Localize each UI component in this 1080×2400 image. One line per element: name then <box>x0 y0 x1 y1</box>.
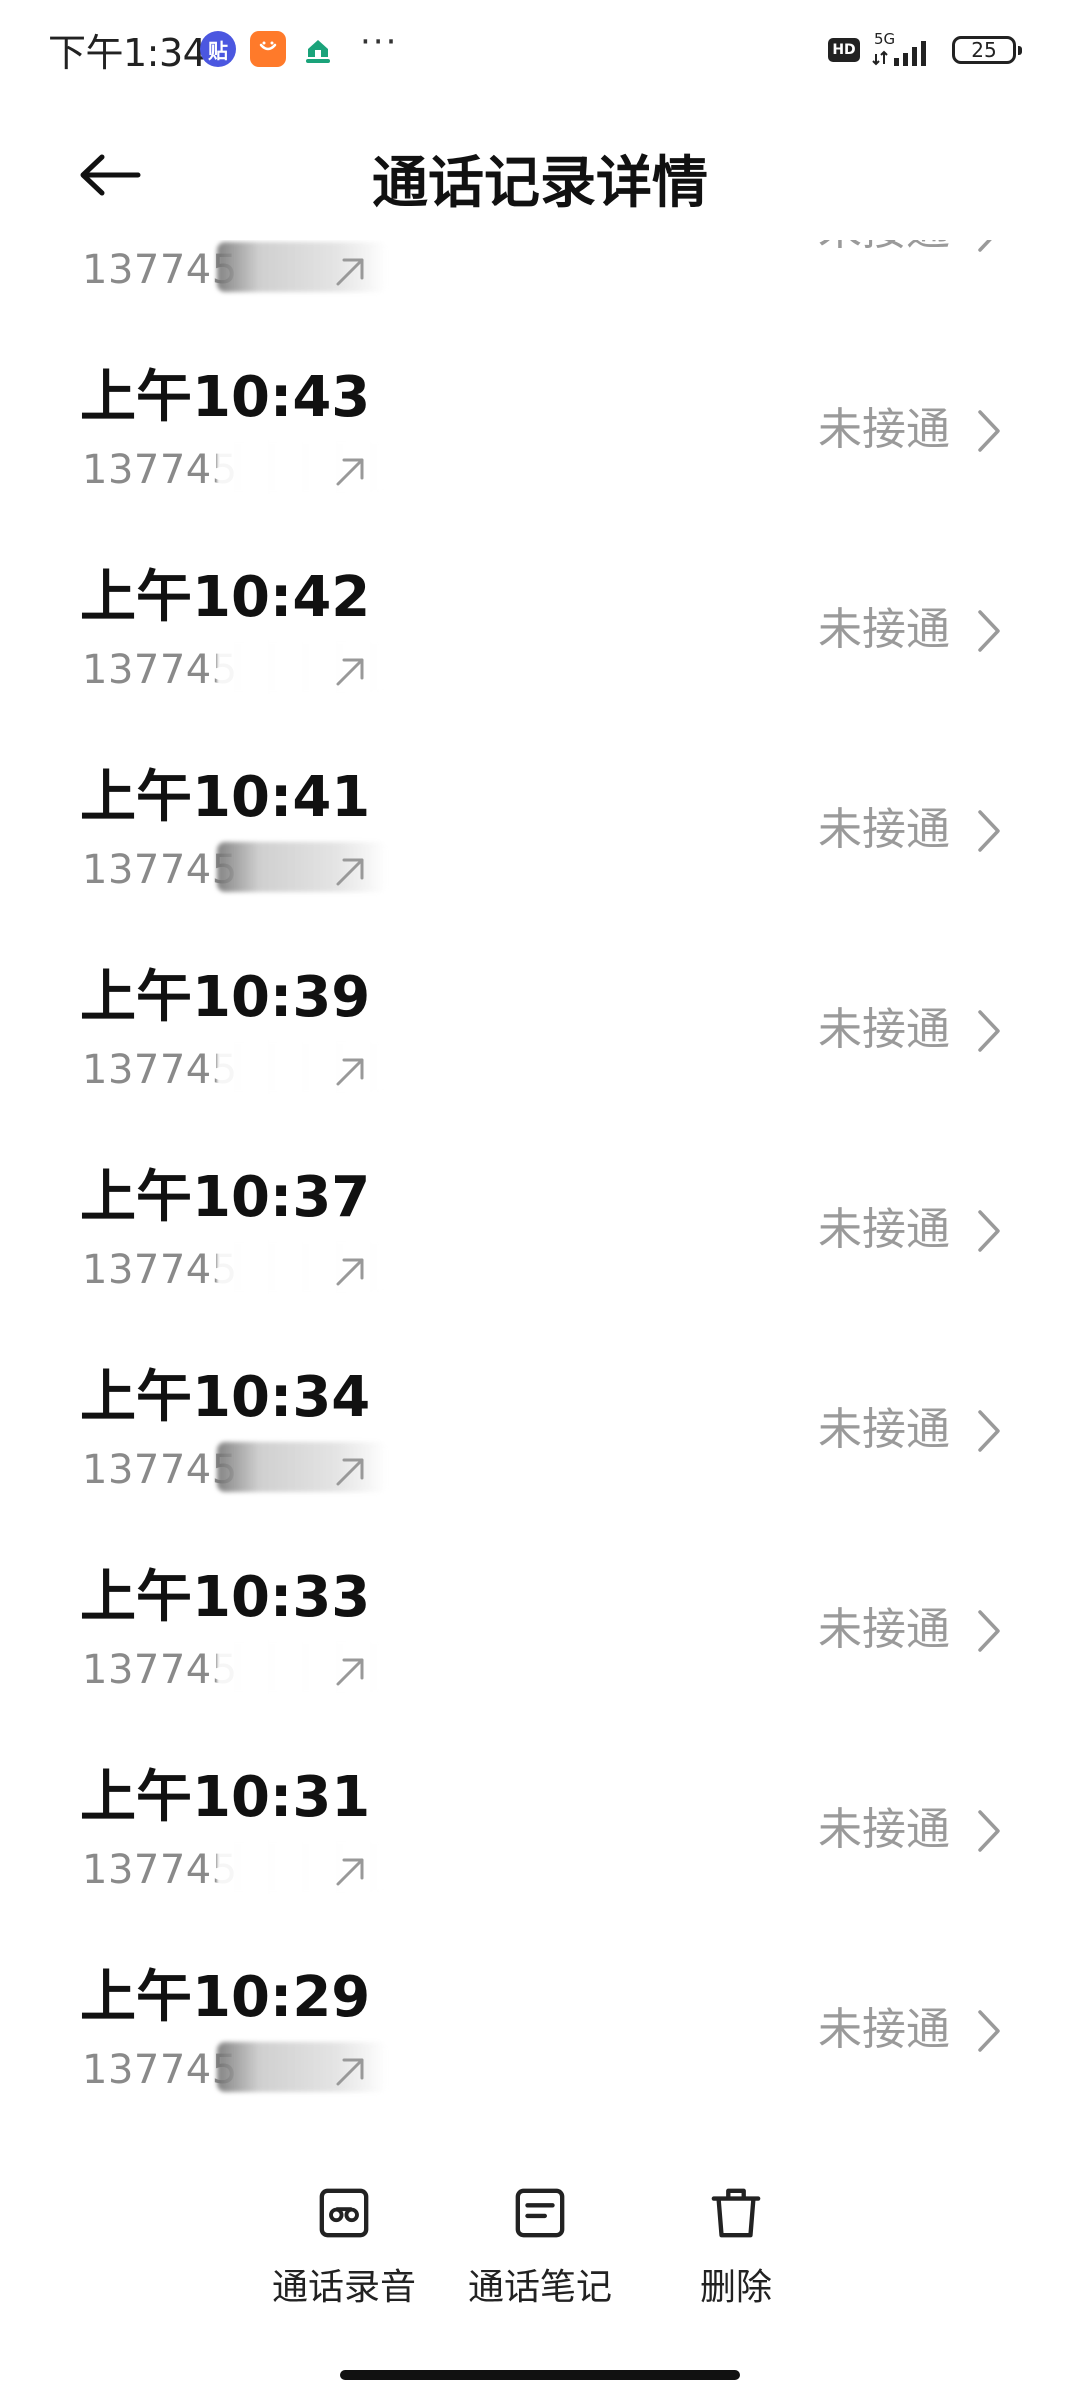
chevron-right-icon <box>978 1610 1000 1652</box>
call-recording-button[interactable]: 通话录音 <box>244 2150 444 2310</box>
call-status: 未接通 <box>818 1804 950 1855</box>
call-log-row[interactable]: 上午10:44 137745 未接通 <box>0 240 1080 310</box>
call-number-wrap: 137745 <box>82 1042 387 1093</box>
call-time: 上午10:41 <box>80 765 371 830</box>
call-notes-button[interactable]: 通话笔记 <box>440 2150 640 2310</box>
call-log-row[interactable]: 上午10:39 137745 未接通 <box>0 910 1080 1110</box>
call-log-row[interactable]: 上午10:41 137745 未接通 <box>0 710 1080 910</box>
tieba-icon: 贴 <box>200 31 236 67</box>
chevron-right-icon <box>978 1410 1000 1452</box>
outgoing-call-icon <box>336 258 364 286</box>
call-number: 137745 <box>82 1047 238 1093</box>
network-label: 5G <box>874 30 895 48</box>
call-log-row[interactable]: 上午10:42 137745 未接通 <box>0 510 1080 710</box>
chevron-right-icon <box>978 610 1000 652</box>
notes-icon <box>515 2188 565 2238</box>
call-number-wrap: 137745 <box>82 1442 387 1493</box>
delete-label: 删除 <box>699 2267 772 2308</box>
outgoing-call-icon <box>336 1458 364 1486</box>
call-status: 未接通 <box>818 2004 950 2055</box>
status-time: 下午1:34 <box>48 31 207 75</box>
home-app-icon <box>300 31 336 67</box>
call-number-wrap: 137745 <box>82 242 387 293</box>
hd-voice-icon: HD <box>828 38 860 62</box>
call-status: 未接通 <box>818 1404 950 1455</box>
call-log-list-content: 上午10:44 137745 未接通 上午10:43 137745 未接通 上午… <box>0 240 1080 2100</box>
call-notes-label: 通话笔记 <box>467 2267 612 2308</box>
delete-button[interactable]: 删除 <box>636 2150 836 2310</box>
call-number-wrap: 137745 <box>82 642 387 693</box>
call-status: 未接通 <box>818 1204 950 1255</box>
call-recording-label: 通话录音 <box>271 2267 416 2308</box>
call-time: 上午10:37 <box>80 1165 371 1230</box>
call-number: 137745 <box>82 847 238 893</box>
chevron-right-icon <box>978 1810 1000 1852</box>
chevron-right-icon <box>978 240 992 252</box>
call-time: 上午10:29 <box>80 1965 371 2030</box>
call-number: 137745 <box>82 647 238 693</box>
battery-icon: 25 <box>952 36 1022 64</box>
outgoing-call-icon <box>336 2058 364 2086</box>
taobao-icon <box>250 31 286 67</box>
outgoing-call-icon <box>336 1858 364 1886</box>
call-number: 137745 <box>82 247 238 293</box>
status-bar: 下午1:34 贴 ··· HD 5G 25 <box>0 0 1080 100</box>
call-number-wrap: 137745 <box>82 2042 387 2093</box>
page-title: 通话记录详情 <box>372 151 708 216</box>
chevron-right-icon <box>978 810 1000 852</box>
call-status: 未接通 <box>818 404 950 455</box>
call-time: 上午10:43 <box>80 365 371 430</box>
recording-icon <box>319 2188 369 2238</box>
bottom-toolbar: 通话录音 通话笔记 删除 <box>0 2150 1080 2320</box>
home-indicator[interactable] <box>340 2370 740 2380</box>
header: 通话记录详情 <box>0 110 1080 240</box>
call-time: 上午10:33 <box>80 1565 371 1630</box>
call-time: 上午10:34 <box>80 1365 371 1430</box>
call-log-row[interactable]: 上午10:43 137745 未接通 <box>0 310 1080 510</box>
call-log-list[interactable]: 上午10:44 137745 未接通 上午10:43 137745 未接通 上午… <box>0 240 1080 2100</box>
call-log-row[interactable]: 上午10:34 137745 未接通 <box>0 1310 1080 1510</box>
chevron-right-icon <box>978 2010 1000 2052</box>
outgoing-call-icon <box>336 858 364 886</box>
outgoing-call-icon <box>336 1058 364 1086</box>
outgoing-call-icon <box>336 458 364 486</box>
call-number-wrap: 137745 <box>82 1842 387 1893</box>
chevron-right-icon <box>978 410 1000 452</box>
call-status: 未接通 <box>818 1004 950 1055</box>
call-number: 137745 <box>82 1247 238 1293</box>
call-number: 137745 <box>82 1647 238 1693</box>
outgoing-call-icon <box>336 658 364 686</box>
call-number: 137745 <box>82 2047 238 2093</box>
trash-icon <box>711 2188 761 2238</box>
outgoing-call-icon <box>336 1658 364 1686</box>
call-status: 未接通 <box>818 604 950 655</box>
call-status: 未接通 <box>818 240 950 252</box>
call-number-wrap: 137745 <box>82 442 387 493</box>
call-number-wrap: 137745 <box>82 1242 387 1293</box>
call-log-row[interactable]: 上午10:33 137745 未接通 <box>0 1510 1080 1710</box>
call-status: 未接通 <box>818 804 950 855</box>
call-time: 上午10:42 <box>80 565 371 630</box>
call-log-row[interactable]: 上午10:31 137745 未接通 <box>0 1710 1080 1910</box>
chevron-right-icon <box>978 1010 1000 1052</box>
call-number-wrap: 137745 <box>82 842 387 893</box>
call-number: 137745 <box>82 447 238 493</box>
call-time: 上午10:39 <box>80 965 371 1030</box>
call-number: 137745 <box>82 1447 238 1493</box>
chevron-right-icon <box>978 1210 1000 1252</box>
call-time: 上午10:31 <box>80 1765 371 1830</box>
call-status: 未接通 <box>818 1604 950 1655</box>
call-log-row[interactable]: 上午10:29 137745 未接通 <box>0 1910 1080 2100</box>
signal-5g-icon: 5G <box>872 30 926 66</box>
outgoing-call-icon <box>336 1258 364 1286</box>
call-number: 137745 <box>82 1847 238 1893</box>
call-number-wrap: 137745 <box>82 1642 387 1693</box>
call-log-row[interactable]: 上午10:37 137745 未接通 <box>0 1110 1080 1310</box>
more-notifications-icon: ··· <box>360 22 399 62</box>
